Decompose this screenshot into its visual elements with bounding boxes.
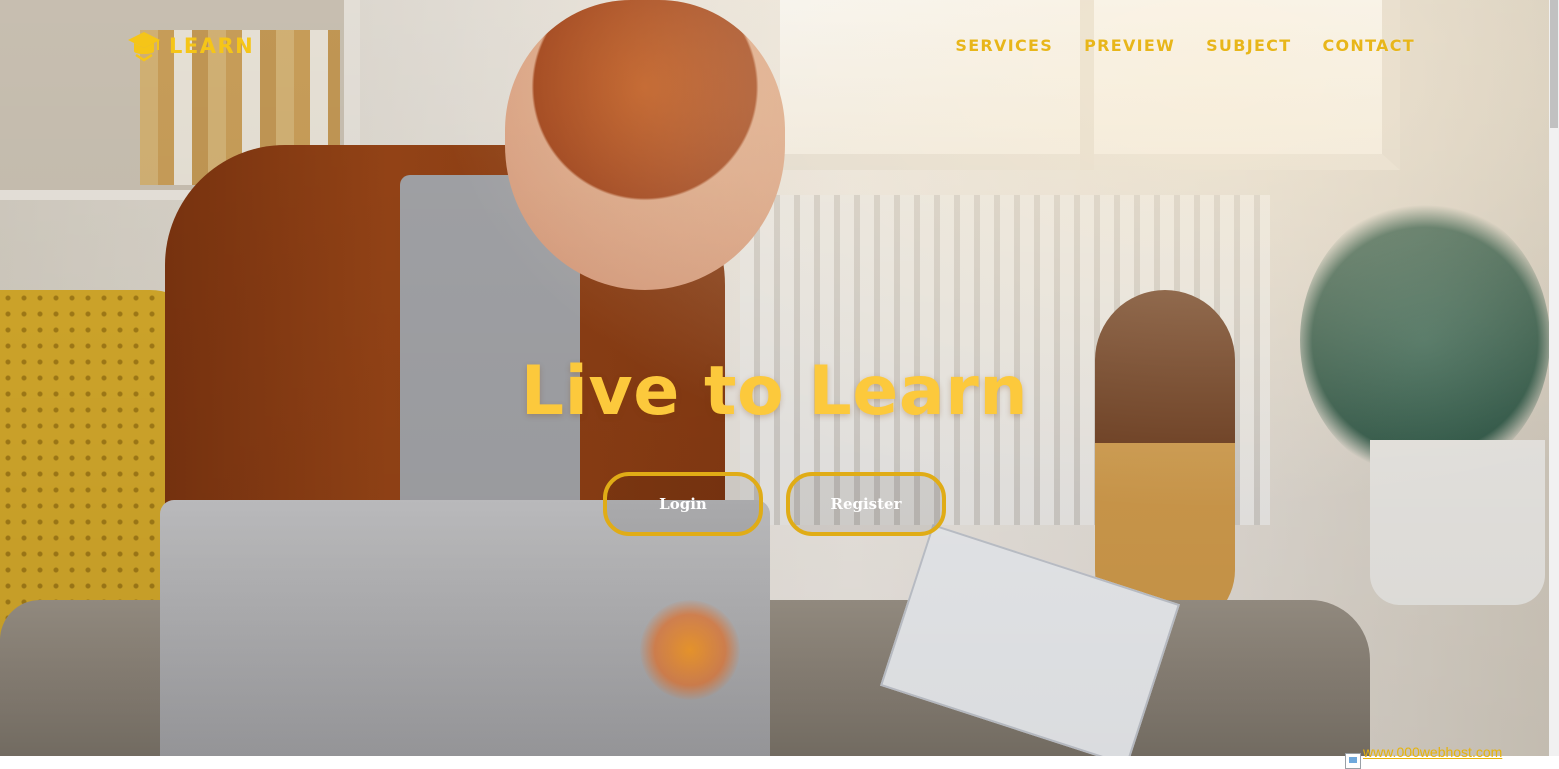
- graduation-cap-icon: [128, 32, 160, 62]
- broken-image-icon: [1345, 753, 1361, 769]
- login-button[interactable]: Login: [603, 472, 763, 536]
- main-nav: SERVICES PREVIEW SUBJECT CONTACT: [955, 36, 1415, 55]
- nav-item-preview[interactable]: PREVIEW: [1084, 36, 1175, 55]
- hosting-badge-text: www.000webhost.com: [1363, 744, 1503, 760]
- brand-logo[interactable]: LEARN: [127, 28, 254, 64]
- hero-headline: Live to Learn: [520, 352, 1029, 431]
- hosting-badge-link[interactable]: www.000webhost.com: [1345, 744, 1503, 769]
- nav-item-contact[interactable]: CONTACT: [1322, 36, 1415, 55]
- brand-name: LEARN: [169, 34, 255, 58]
- nav-item-subject[interactable]: SUBJECT: [1206, 36, 1291, 55]
- scrollbar-thumb[interactable]: [1550, 0, 1558, 128]
- register-button[interactable]: Register: [786, 472, 946, 536]
- nav-item-services[interactable]: SERVICES: [955, 36, 1053, 55]
- page-scrollbar[interactable]: [1549, 0, 1559, 756]
